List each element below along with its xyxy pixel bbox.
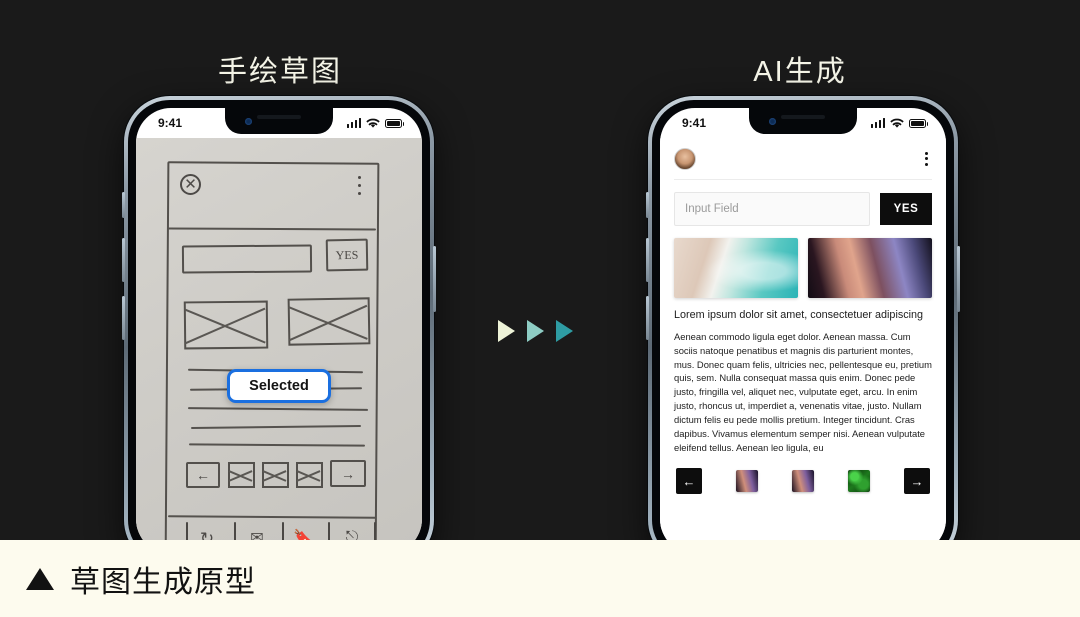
gallery-caption: Lorem ipsum dolor sit amet, consectetuer… [674, 309, 924, 321]
slide-canvas: 手绘草图 AI生成 9:41 ✕ YES ← → ↻ ✉ 🔖 ⎋ Selecte… [0, 0, 1080, 617]
phone-screen-ai: 9:41 Input Field YES Lorem ipsum dolor s… [660, 108, 946, 554]
sketch-nav-thumb-2 [262, 462, 289, 488]
cellular-bars-icon-right [870, 118, 885, 128]
phone-bezel: 9:41 ✕ YES ← → ↻ ✉ 🔖 ⎋ Selected [128, 100, 430, 562]
thumbnail-beach[interactable] [674, 238, 798, 298]
sketch-yes-button: YES [325, 238, 369, 272]
triangle-marker-icon [26, 567, 54, 590]
sketch-nav-forward-icon: → [330, 460, 366, 487]
avatar[interactable] [674, 147, 696, 170]
mini-thumb-2[interactable] [792, 470, 814, 493]
sketch-screen-frame [164, 161, 380, 554]
status-time-right: 9:41 [682, 116, 707, 130]
bottom-banner: 草图生成原型 [0, 540, 1080, 617]
status-indicators-right [870, 118, 928, 129]
battery-icon-right [909, 118, 928, 128]
phone-mockup-ai: 9:41 Input Field YES Lorem ipsum dolor s… [646, 96, 960, 566]
ai-generated-ui: Input Field YES Lorem ipsum dolor sit am… [660, 138, 946, 554]
mini-thumb-3[interactable] [848, 470, 870, 493]
sketch-input-box [181, 244, 313, 274]
yes-button[interactable]: YES [880, 193, 932, 225]
column-title-sketch: 手绘草图 [217, 56, 342, 88]
selected-badge[interactable]: Selected [227, 369, 331, 403]
body-paragraph: Aenean commodo ligula eget dolor. Aenean… [674, 331, 932, 453]
sketch-paper: ✕ YES ← → ↻ ✉ 🔖 ⎋ [136, 138, 422, 554]
nav-prev-button[interactable]: ← [676, 468, 702, 495]
phone-volume-down-button[interactable] [122, 296, 125, 340]
arrow-triangle-1 [498, 320, 515, 342]
phone-mute-switch-right[interactable] [646, 192, 649, 218]
phone-volume-up-button[interactable] [122, 238, 125, 282]
thumbnail-canyon[interactable] [808, 238, 932, 298]
sketch-nav-thumb-3 [296, 462, 323, 488]
cellular-bars-icon [346, 118, 361, 128]
sketch-kebab-dot-1 [358, 176, 361, 179]
arrow-triangle-3 [556, 320, 573, 342]
phone-volume-down-button-right[interactable] [646, 296, 649, 340]
column-title-ai: AI生成 [753, 56, 847, 88]
phone-screen-sketch: 9:41 ✕ YES ← → ↻ ✉ 🔖 ⎋ Selected [136, 108, 422, 554]
gallery-nav-bar: ← → [674, 454, 932, 495]
input-placeholder: Input Field [685, 203, 739, 215]
phone-mute-switch[interactable] [122, 192, 125, 218]
sketch-photo: ✕ YES ← → ↻ ✉ 🔖 ⎋ Selected [136, 138, 422, 554]
sketch-nav-back-icon: ← [186, 462, 220, 488]
arrow-triangle-2 [527, 320, 544, 342]
transform-arrows [498, 320, 573, 342]
wifi-icon-right [890, 118, 904, 128]
sketch-kebab-dot-2 [358, 184, 361, 187]
status-bar-right: 9:41 [660, 108, 946, 138]
banner-caption: 草图生成原型 [70, 565, 256, 599]
sketch-image-placeholder-2 [287, 297, 371, 346]
phone-power-button-right[interactable] [957, 246, 960, 312]
mini-thumb-1[interactable] [736, 470, 758, 493]
phone-power-button[interactable] [433, 246, 436, 312]
wifi-icon [366, 118, 380, 128]
sketch-kebab-dot-3 [358, 192, 361, 195]
nav-next-button[interactable]: → [904, 468, 930, 495]
phone-mockup-sketch: 9:41 ✕ YES ← → ↻ ✉ 🔖 ⎋ Selected [122, 96, 436, 566]
sketch-image-placeholder-1 [183, 300, 269, 350]
sketch-nav-thumb-1 [228, 462, 255, 488]
battery-icon [385, 118, 404, 128]
phone-bezel-right: 9:41 Input Field YES Lorem ipsum dolor s… [652, 100, 954, 562]
app-topbar [674, 138, 932, 180]
status-time: 9:41 [158, 116, 183, 130]
input-row: Input Field YES [674, 180, 932, 236]
input-field[interactable]: Input Field [674, 192, 870, 226]
status-indicators [346, 118, 404, 129]
image-gallery [674, 236, 932, 298]
kebab-menu-icon[interactable] [921, 148, 932, 170]
phone-volume-up-button-right[interactable] [646, 238, 649, 282]
status-bar-left: 9:41 [136, 108, 422, 138]
sketch-avatar-x-icon: ✕ [180, 174, 201, 195]
